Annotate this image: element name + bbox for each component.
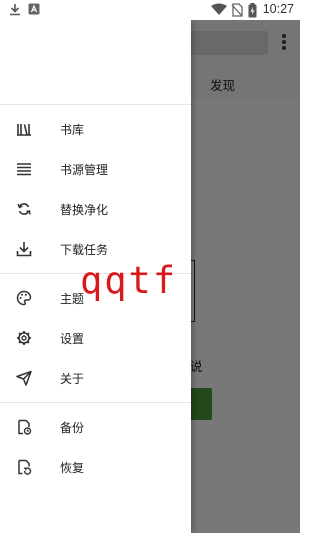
menu-label: 书库 bbox=[60, 122, 85, 137]
backup-icon bbox=[16, 419, 32, 435]
settings-icon bbox=[16, 330, 32, 346]
menu-group-main: 书库 书源管理 替换净化 下载任务 bbox=[0, 105, 191, 274]
menu-label: 替换净化 bbox=[60, 202, 109, 217]
menu-label: 下载任务 bbox=[60, 242, 109, 257]
menu-item-settings[interactable]: 设置 bbox=[0, 318, 191, 358]
send-icon bbox=[16, 370, 32, 386]
palette-icon bbox=[16, 290, 32, 306]
app-notification-icon bbox=[28, 3, 40, 15]
menu-item-restore[interactable]: 恢复 bbox=[0, 447, 191, 487]
download-icon bbox=[9, 3, 21, 16]
download-task-icon bbox=[16, 241, 32, 257]
menu-label: 书源管理 bbox=[60, 162, 109, 177]
overlay-annotation-text: qqtf bbox=[80, 259, 178, 302]
bookshelf-icon bbox=[16, 121, 32, 137]
list-icon bbox=[16, 161, 32, 177]
menu-item-bookshelf[interactable]: 书库 bbox=[0, 109, 191, 149]
menu-group-data: 备份 恢复 bbox=[0, 403, 191, 491]
menu-item-source-management[interactable]: 书源管理 bbox=[0, 149, 191, 189]
status-bar: 10:27 bbox=[0, 0, 300, 20]
menu-label: 关于 bbox=[60, 371, 85, 386]
wifi-icon bbox=[211, 3, 227, 16]
restore-icon bbox=[16, 459, 32, 475]
menu-item-about[interactable]: 关于 bbox=[0, 358, 191, 398]
menu-label: 恢复 bbox=[60, 460, 85, 475]
menu-item-replace-purify[interactable]: 替换净化 bbox=[0, 189, 191, 229]
menu-label: 备份 bbox=[60, 420, 85, 435]
drawer-header bbox=[0, 20, 191, 105]
battery-icon bbox=[248, 3, 257, 18]
replace-icon bbox=[16, 201, 32, 217]
no-sim-icon bbox=[231, 3, 243, 17]
menu-label: 设置 bbox=[60, 331, 85, 346]
clock: 10:27 bbox=[262, 2, 294, 16]
menu-item-backup[interactable]: 备份 bbox=[0, 407, 191, 447]
